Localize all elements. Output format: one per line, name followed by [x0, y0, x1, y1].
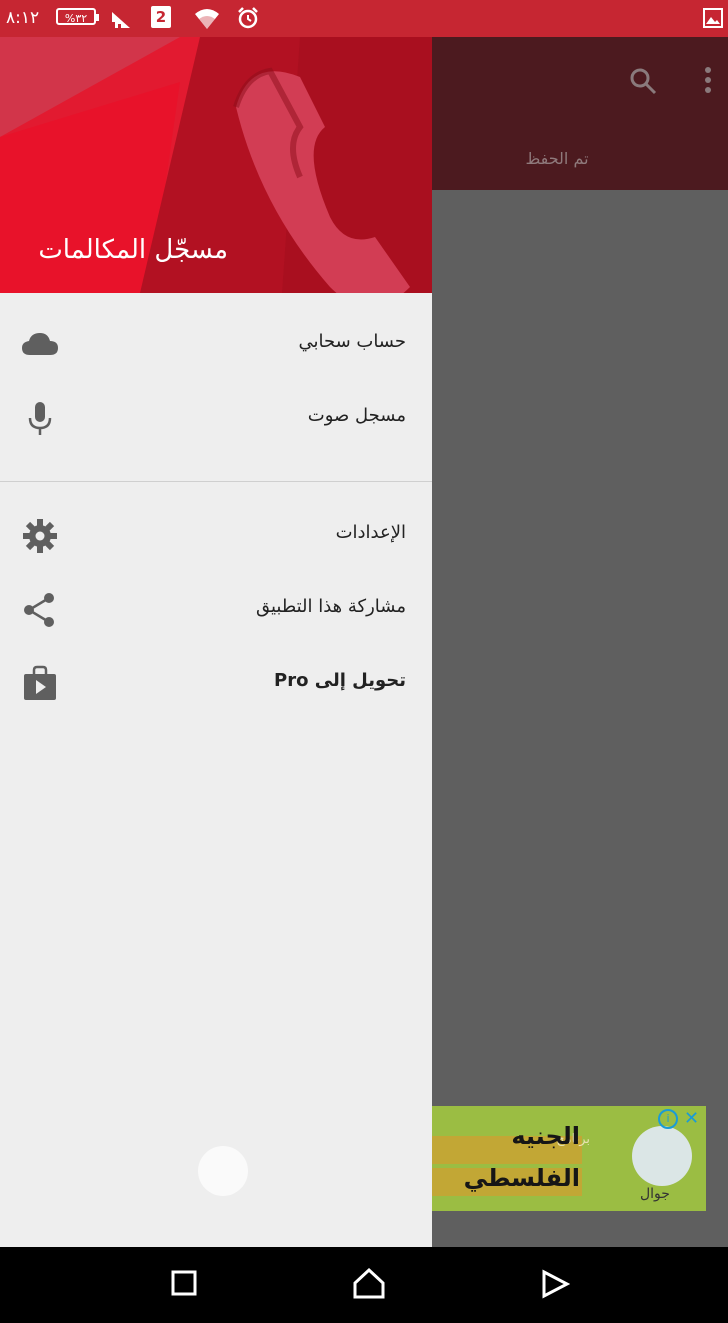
more-vert-icon[interactable]: [702, 65, 714, 101]
home-icon[interactable]: [352, 1267, 386, 1303]
mic-icon: [20, 399, 60, 439]
menu-item-label: مشاركة هذا التطبيق: [255, 596, 406, 617]
ad-info-icon[interactable]: i: [658, 1109, 678, 1129]
status-time: ٨:١٢: [6, 8, 40, 28]
navigation-drawer: مسجّل المكالمات حساب سحابي مسجل صوت الإع…: [0, 37, 432, 1247]
sim-icon: 2: [151, 6, 171, 28]
app-toolbar: تم الحفظ: [432, 37, 728, 190]
system-navigation-bar: [0, 1247, 728, 1323]
menu-item-cloud-account[interactable]: حساب سحابي: [0, 307, 432, 381]
floating-button-ghost: [198, 1146, 248, 1196]
ad-banner[interactable]: برنامج الجنيه الفلسطي جوال ✕ i: [432, 1106, 706, 1211]
back-icon[interactable]: [540, 1269, 571, 1303]
ad-brand: جوال: [640, 1186, 670, 1202]
drawer-menu: حساب سحابي مسجل صوت الإعدادات مشاركة هذا…: [0, 293, 432, 720]
menu-item-label: الإعدادات: [335, 522, 406, 543]
menu-item-share-app[interactable]: مشاركة هذا التطبيق: [0, 572, 432, 646]
menu-item-settings[interactable]: الإعدادات: [0, 498, 432, 572]
ad-close-icon[interactable]: ✕: [684, 1108, 699, 1129]
search-icon[interactable]: [627, 65, 659, 101]
gear-icon: [20, 516, 60, 556]
menu-item-voice-recorder[interactable]: مسجل صوت: [0, 381, 432, 455]
ad-headline: الجنيه: [511, 1122, 580, 1150]
image-notification-icon: [703, 8, 723, 32]
battery-icon: %٣٢: [56, 8, 99, 25]
menu-item-upgrade-pro[interactable]: تحويل إلى Pro: [0, 646, 432, 720]
tab-saved[interactable]: تم الحفظ: [432, 149, 682, 168]
menu-divider: [0, 481, 432, 482]
menu-item-label: تحويل إلى Pro: [274, 670, 406, 691]
menu-item-label: حساب سحابي: [298, 331, 406, 352]
signal-icon: [110, 8, 134, 34]
ad-logo-icon: [632, 1126, 692, 1186]
ad-headline-line2: الفلسطي: [463, 1164, 580, 1192]
shop-icon: [20, 664, 60, 704]
share-icon: [20, 590, 60, 630]
drawer-header: مسجّل المكالمات: [0, 37, 432, 293]
alarm-icon: [236, 6, 260, 34]
wifi-icon: [193, 5, 221, 35]
status-bar: ٨:١٢ %٣٢ 2: [0, 0, 728, 37]
cloud-icon: [20, 325, 60, 365]
menu-item-label: مسجل صوت: [307, 405, 406, 426]
drawer-title: مسجّل المكالمات: [38, 235, 228, 265]
recents-icon[interactable]: [170, 1269, 198, 1301]
